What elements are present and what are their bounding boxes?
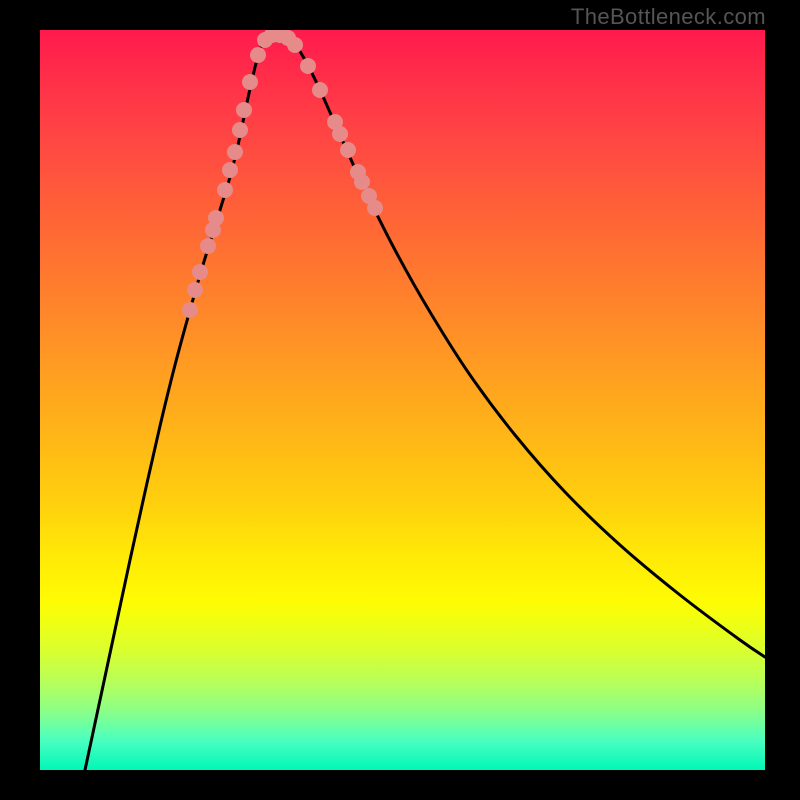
marker-group [182, 30, 383, 318]
watermark-text: TheBottleneck.com [571, 4, 766, 30]
marker-dot [367, 200, 383, 216]
marker-dot [354, 174, 370, 190]
marker-dot [287, 37, 303, 53]
marker-dot [222, 162, 238, 178]
marker-dot [332, 126, 348, 142]
marker-dot [232, 122, 248, 138]
marker-dot [227, 144, 243, 160]
marker-dot [312, 82, 328, 98]
marker-dot [187, 282, 203, 298]
marker-dot [192, 264, 208, 280]
plot-area [40, 30, 765, 770]
marker-dot [217, 182, 233, 198]
chart-container: TheBottleneck.com [0, 0, 800, 800]
marker-dot [250, 47, 266, 63]
marker-dot [242, 74, 258, 90]
curve-line [85, 34, 765, 770]
chart-svg [40, 30, 765, 770]
marker-dot [236, 102, 252, 118]
marker-dot [208, 210, 224, 226]
marker-dot [200, 238, 216, 254]
marker-dot [300, 58, 316, 74]
marker-dot [182, 302, 198, 318]
marker-dot [340, 142, 356, 158]
